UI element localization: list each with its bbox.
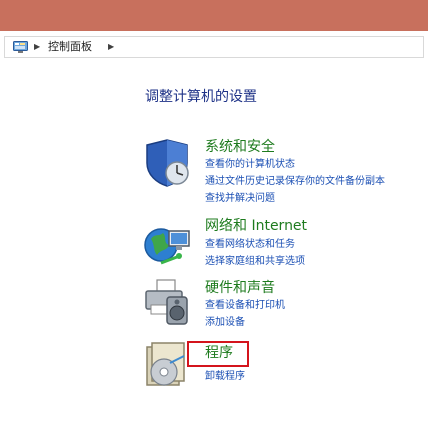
link-uninstall-program[interactable]: 卸载程序 [205,370,245,383]
link-view-network-status[interactable]: 查看网络状态和任务 [205,238,295,251]
highlight-box [187,341,249,367]
category-title-network-internet[interactable]: 网络和 Internet [205,218,307,235]
control-panel-icon [13,41,28,53]
link-troubleshoot[interactable]: 查找并解决问题 [205,192,275,205]
window-title-bar [0,0,428,31]
link-homegroup-sharing[interactable]: 选择家庭组和共享选项 [205,255,305,268]
breadcrumb-separator-icon[interactable]: ▶ [108,41,114,53]
link-devices-printers[interactable]: 查看设备和打印机 [205,299,285,312]
link-file-history-backup[interactable]: 通过文件历史记录保存你的文件备份副本 [205,175,385,188]
category-title-system-security[interactable]: 系统和安全 [205,139,275,156]
link-add-device[interactable]: 添加设备 [205,316,245,329]
link-view-computer-status[interactable]: 查看你的计算机状态 [205,158,295,171]
category-title-hardware-sound[interactable]: 硬件和声音 [205,280,275,297]
printer-speaker-icon[interactable] [143,277,191,325]
page-title: 调整计算机的设置 [145,89,257,105]
globe-network-icon[interactable] [143,219,191,267]
breadcrumb-control-panel[interactable]: 控制面板 [48,40,92,54]
address-bar[interactable]: ▶ 控制面板 ▶ [4,36,424,58]
breadcrumb-separator-icon[interactable]: ▶ [34,41,40,53]
programs-disc-icon[interactable] [143,341,189,389]
shield-clock-icon[interactable] [143,139,191,187]
